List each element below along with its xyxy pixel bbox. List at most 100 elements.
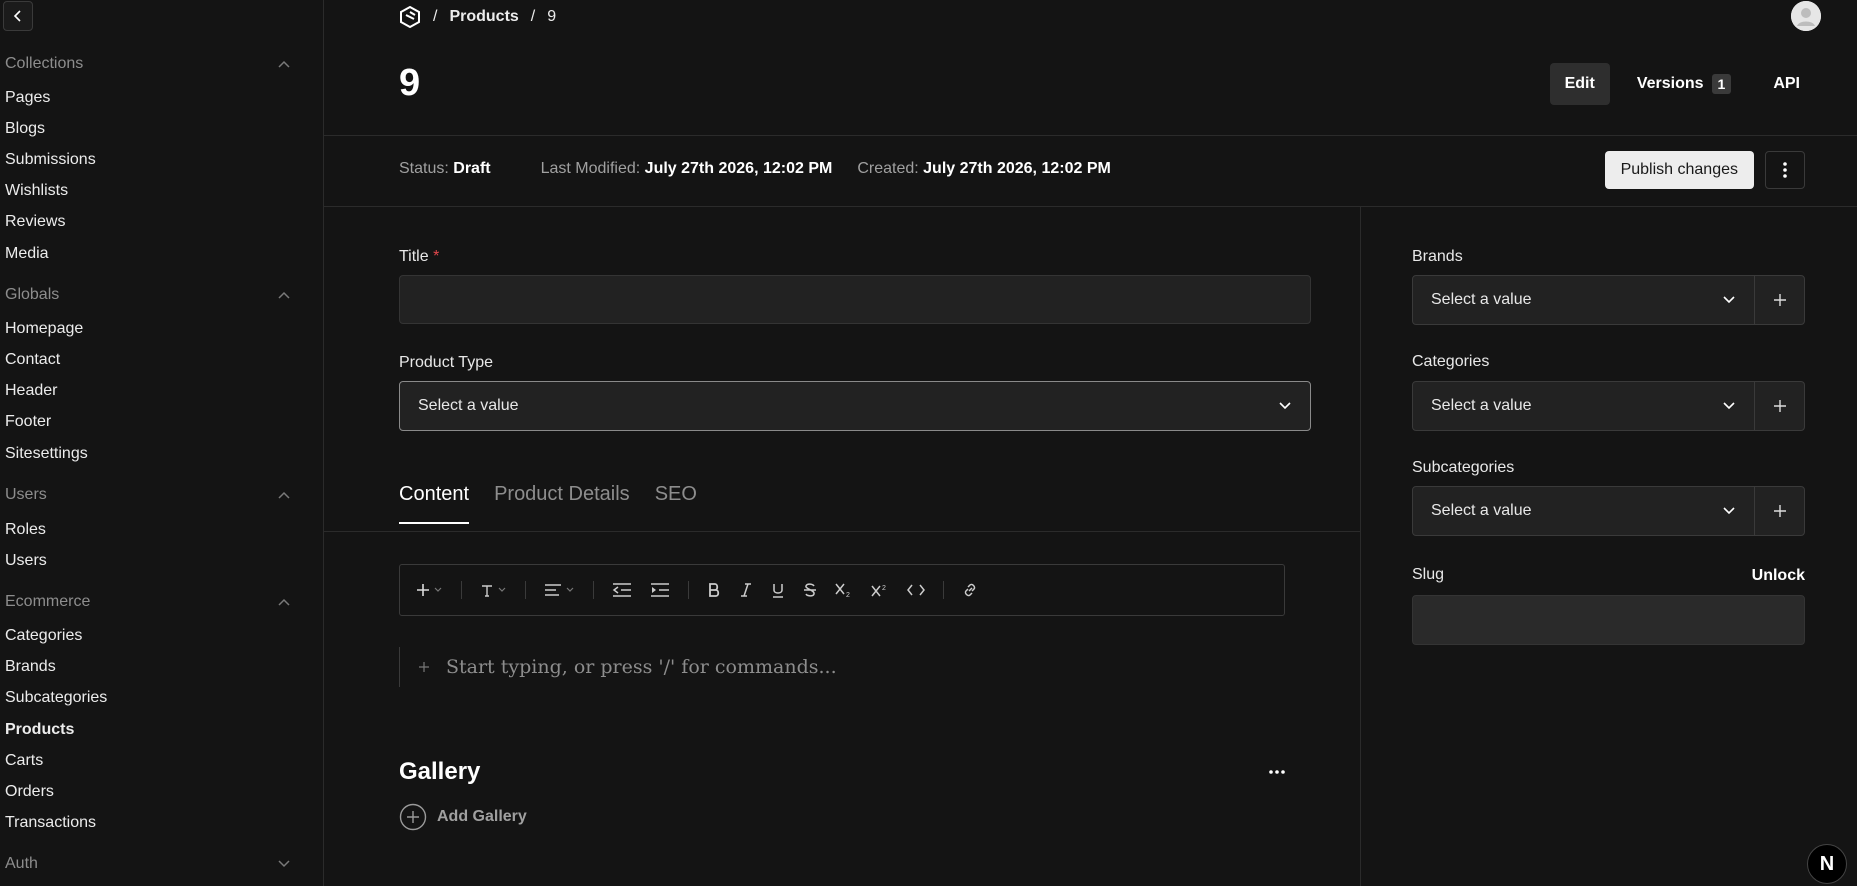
payload-logo-icon[interactable] — [399, 6, 421, 28]
tabs-divider — [324, 531, 1360, 532]
tab-api[interactable]: API — [1758, 63, 1815, 105]
gallery-options-button[interactable] — [1268, 762, 1286, 780]
content-tabs: Content Product Details SEO — [399, 483, 697, 524]
link-icon — [964, 583, 976, 597]
brands-field: Select a value — [1412, 275, 1805, 325]
categories-field: Select a value — [1412, 381, 1805, 431]
page-title: 9 — [399, 62, 421, 104]
add-gallery-button[interactable]: Add Gallery — [399, 803, 527, 831]
more-options-button[interactable] — [1765, 151, 1805, 189]
breadcrumb-separator: / — [530, 8, 536, 25]
sidebar-item-header[interactable]: Header — [5, 382, 57, 400]
link-button[interactable] — [962, 582, 978, 598]
nav-group-users[interactable]: Users — [5, 484, 295, 506]
sidebar-item-subcategories[interactable]: Subcategories — [5, 689, 107, 707]
nav-group-auth[interactable]: Auth — [5, 853, 295, 875]
chevron-up-icon — [278, 60, 290, 68]
sidebar-item-products[interactable]: Products — [5, 721, 74, 739]
main-content: / Products / 9 9 Edit Versions 1 API Sta… — [324, 0, 1857, 886]
avatar[interactable] — [1791, 1, 1821, 31]
chevron-down-icon — [434, 587, 442, 592]
document-tabs: Edit Versions 1 API — [1549, 63, 1815, 105]
add-block-icon[interactable] — [418, 661, 430, 673]
categories-select[interactable]: Select a value — [1413, 382, 1754, 430]
divider — [324, 135, 1857, 136]
tab-versions[interactable]: Versions 1 — [1622, 63, 1747, 105]
sidebar-item-homepage[interactable]: Homepage — [5, 320, 83, 338]
outdent-button[interactable] — [612, 583, 632, 597]
user-icon — [1791, 1, 1821, 31]
sidebar-item-reviews[interactable]: Reviews — [5, 213, 65, 231]
rich-text-editor[interactable]: Start typing, or press '/' for commands.… — [399, 647, 1285, 687]
rich-text-toolbar: 2 2 — [399, 564, 1285, 616]
bold-button[interactable] — [707, 583, 721, 597]
title-input[interactable] — [399, 275, 1311, 324]
tab-edit[interactable]: Edit — [1549, 63, 1610, 105]
categories-label: Categories — [1412, 353, 1490, 370]
slug-label: Slug — [1412, 566, 1445, 583]
nextjs-dev-badge[interactable]: N — [1807, 844, 1847, 884]
tab-seo[interactable]: SEO — [655, 483, 697, 524]
add-category-button[interactable] — [1754, 382, 1804, 430]
sidebar-item-footer[interactable]: Footer — [5, 413, 51, 431]
chevron-up-icon — [278, 598, 290, 606]
text-style-dropdown[interactable] — [480, 583, 507, 597]
sidebar-item-brands[interactable]: Brands — [5, 658, 56, 676]
strikethrough-icon — [804, 583, 816, 597]
strikethrough-button[interactable] — [803, 583, 817, 597]
sidebar-item-users[interactable]: Users — [5, 552, 47, 570]
brands-select[interactable]: Select a value — [1413, 276, 1754, 324]
align-dropdown[interactable] — [544, 583, 575, 597]
sidebar-item-wishlists[interactable]: Wishlists — [5, 182, 68, 200]
chevron-down-icon — [498, 587, 506, 592]
sidebar-item-orders[interactable]: Orders — [5, 783, 54, 801]
nav-group-globals[interactable]: Globals — [5, 284, 295, 306]
publish-changes-button[interactable]: Publish changes — [1604, 151, 1754, 189]
sidebar-item-roles[interactable]: Roles — [5, 521, 46, 539]
sidebar-item-carts[interactable]: Carts — [5, 752, 43, 770]
superscript-button[interactable]: 2 — [871, 583, 889, 597]
sidebar: Collections Pages Blogs Submissions Wish… — [0, 0, 324, 886]
code-button[interactable] — [907, 584, 925, 596]
indent-icon — [651, 583, 669, 597]
subcategories-label: Subcategories — [1412, 459, 1515, 476]
indent-button[interactable] — [650, 583, 670, 597]
nav-group-collections[interactable]: Collections — [5, 53, 295, 75]
outdent-icon — [612, 583, 631, 597]
column-divider — [1360, 207, 1361, 886]
svg-text:2: 2 — [882, 585, 886, 592]
unlock-slug-button[interactable]: Unlock — [1752, 567, 1805, 585]
underline-button[interactable] — [771, 583, 785, 598]
brands-label: Brands — [1412, 248, 1463, 265]
sidebar-item-submissions[interactable]: Submissions — [5, 151, 96, 169]
subcategories-select[interactable]: Select a value — [1413, 487, 1754, 535]
sidebar-item-pages[interactable]: Pages — [5, 89, 50, 107]
tab-content[interactable]: Content — [399, 483, 470, 524]
sidebar-item-transactions[interactable]: Transactions — [5, 814, 96, 832]
svg-text:2: 2 — [846, 592, 850, 597]
sidebar-item-categories[interactable]: Categories — [5, 627, 82, 645]
breadcrumb: / Products / 9 — [399, 5, 556, 29]
product-type-select[interactable]: Select a value — [399, 381, 1311, 431]
collapse-sidebar-button[interactable] — [3, 1, 33, 31]
slug-input[interactable] — [1412, 595, 1805, 645]
nav-group-ecommerce[interactable]: Ecommerce — [5, 591, 295, 613]
breadcrumb-products[interactable]: Products — [449, 8, 518, 26]
tab-product-details[interactable]: Product Details — [494, 483, 630, 524]
insert-block-button[interactable] — [416, 583, 443, 597]
sidebar-item-media[interactable]: Media — [5, 245, 49, 263]
editor-placeholder: Start typing, or press '/' for commands.… — [446, 656, 837, 678]
italic-button[interactable] — [739, 583, 753, 597]
status-meta: Status: Draft — [399, 160, 491, 177]
sidebar-item-sitesettings[interactable]: Sitesettings — [5, 445, 88, 463]
sidebar-item-blogs[interactable]: Blogs — [5, 120, 45, 138]
subscript-button[interactable]: 2 — [835, 583, 853, 597]
chevron-down-icon — [1723, 507, 1735, 515]
title-label: Title * — [399, 248, 440, 265]
add-subcategory-button[interactable] — [1754, 487, 1804, 535]
text-type-icon — [482, 585, 492, 597]
add-brand-button[interactable] — [1754, 276, 1804, 324]
chevron-up-icon — [278, 491, 290, 499]
sidebar-item-contact[interactable]: Contact — [5, 351, 60, 369]
chevron-down-icon — [1279, 402, 1291, 410]
